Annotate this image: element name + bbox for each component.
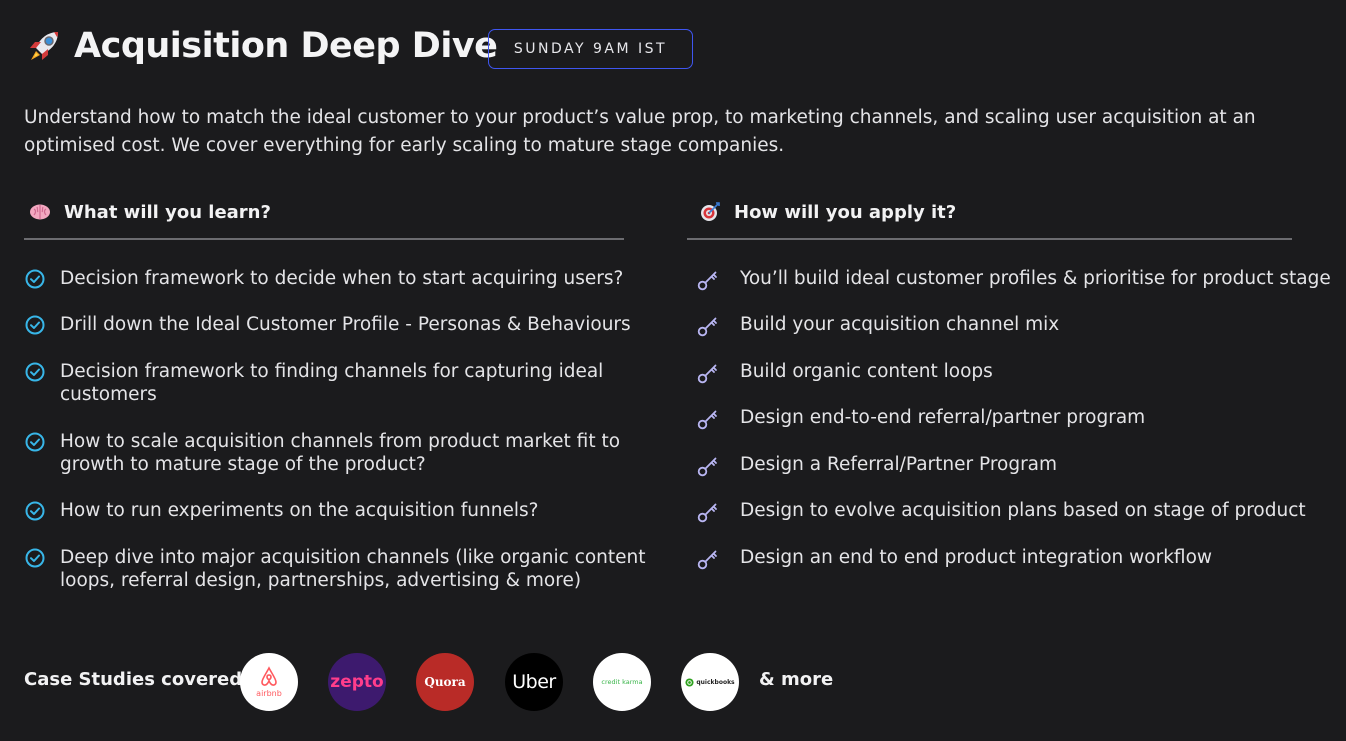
case-studies-label: Case Studies covered: (24, 669, 250, 690)
airbnb-belo-icon (261, 666, 277, 686)
page-title: Acquisition Deep Dive (74, 26, 498, 66)
apply-item-text: Design end-to-end referral/partner progr… (740, 407, 1146, 428)
learn-item: Drill down the Ideal Customer Profile - … (24, 313, 654, 336)
quickbooks-icon (685, 677, 694, 687)
apply-heading-label: How will you apply it? (734, 201, 957, 223)
quora-logo: Quora (416, 653, 474, 711)
apply-item-text: Build your acquisition channel mix (740, 314, 1060, 335)
learn-item: How to run experiments on the acquisitio… (24, 499, 654, 522)
learn-item-text: How to scale acquisition channels from p… (60, 431, 621, 475)
zepto-logo-text: zepto (330, 672, 384, 692)
key-icon (697, 457, 717, 477)
title-row: Acquisition Deep Dive (24, 26, 498, 66)
apply-item-text: You’ll build ideal customer profiles & p… (740, 268, 1331, 289)
zepto-logo: zepto (328, 653, 386, 711)
apply-divider (687, 238, 1292, 240)
apply-item-text: Design an end to end product integration… (740, 547, 1213, 568)
apply-item: Design an end to end product integration… (696, 546, 1336, 571)
apply-item-text: Design a Referral/Partner Program (740, 454, 1058, 475)
apply-item: Design end-to-end referral/partner progr… (696, 406, 1336, 431)
learn-divider (24, 238, 624, 240)
check-circle-icon (25, 315, 45, 335)
course-description: Understand how to match the ideal custom… (24, 107, 1256, 156)
apply-item-text: Design to evolve acquisition plans based… (740, 500, 1306, 521)
quickbooks-logo: quickbooks (681, 653, 739, 711)
key-icon (697, 410, 717, 430)
brain-icon (30, 204, 50, 220)
learn-item: Decision framework to finding channels f… (24, 360, 634, 406)
learn-item-text: Decision framework to finding channels f… (60, 361, 604, 405)
apply-item: You’ll build ideal customer profiles & p… (696, 267, 1336, 292)
apply-item: Design a Referral/Partner Program (696, 453, 1336, 478)
key-icon (697, 271, 717, 291)
learn-heading: What will you learn? (28, 200, 271, 224)
credit-karma-logo-text: credit karma (601, 678, 643, 686)
check-circle-icon (25, 269, 45, 289)
check-circle-icon (25, 362, 45, 382)
learn-item: Deep dive into major acquisition channel… (24, 546, 664, 592)
learn-item-text: How to run experiments on the acquisitio… (60, 500, 539, 521)
learn-item-text: Decision framework to decide when to sta… (60, 268, 624, 289)
airbnb-logo: airbnb (240, 653, 298, 711)
check-circle-icon (25, 501, 45, 521)
target-icon (701, 202, 720, 221)
quickbooks-logo-text: quickbooks (696, 678, 735, 686)
apply-item: Build your acquisition channel mix (696, 313, 1336, 338)
uber-logo-text: Uber (512, 671, 556, 693)
key-icon (697, 550, 717, 570)
key-icon (697, 364, 717, 384)
learn-heading-label: What will you learn? (64, 201, 271, 223)
quora-logo-text: Quora (424, 675, 466, 689)
learn-item-text: Drill down the Ideal Customer Profile - … (60, 314, 631, 335)
apply-heading: How will you apply it? (698, 200, 956, 224)
learn-item-text: Deep dive into major acquisition channel… (60, 547, 646, 591)
uber-logo: Uber (505, 653, 563, 711)
more-label: & more (759, 669, 834, 690)
check-circle-icon (25, 432, 45, 452)
apply-item: Build organic content loops (696, 360, 1336, 385)
schedule-badge: SUNDAY 9AM IST (488, 29, 693, 69)
learn-item: How to scale acquisition channels from p… (24, 430, 644, 476)
rocket-icon (30, 32, 58, 60)
apply-item-text: Build organic content loops (740, 361, 993, 382)
credit-karma-logo: credit karma (593, 653, 651, 711)
learn-item: Decision framework to decide when to sta… (24, 267, 654, 290)
key-icon (697, 503, 717, 523)
key-icon (697, 317, 717, 337)
apply-item: Design to evolve acquisition plans based… (696, 499, 1336, 524)
airbnb-logo-text: airbnb (256, 689, 282, 698)
check-circle-icon (25, 548, 45, 568)
